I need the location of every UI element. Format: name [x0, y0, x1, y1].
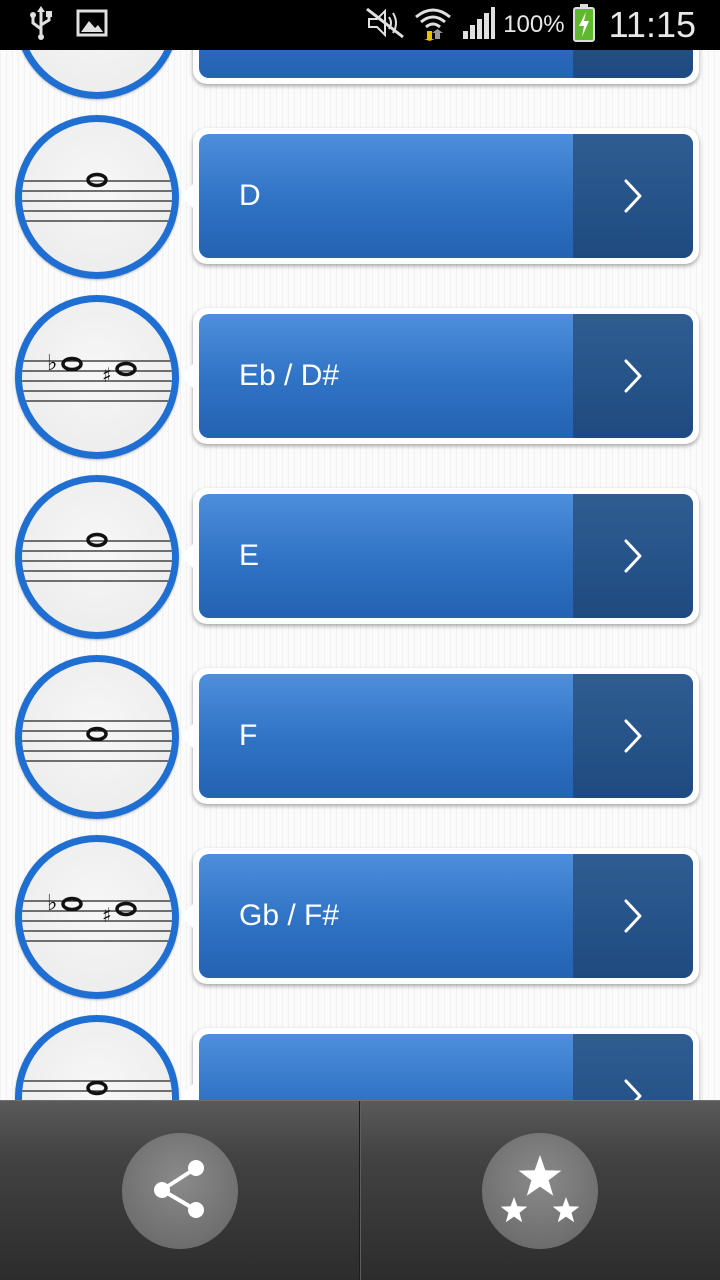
stars-icon: [498, 1153, 582, 1229]
svg-text:♭: ♭: [47, 891, 57, 916]
signal-icon: [461, 7, 496, 43]
note-list-inner: ♭♯Db / C#D♭♯Eb / D#EF♭♯Gb / F#: [0, 50, 720, 1100]
note-button[interactable]: F: [199, 674, 693, 798]
battery-charging-icon: [572, 4, 595, 46]
staff-disc: [15, 115, 179, 279]
note-bubble: Db / C#: [193, 50, 699, 84]
note-label: E: [239, 539, 260, 572]
note-bubble: D: [181, 128, 699, 264]
note-button[interactable]: Eb / D#: [199, 314, 693, 438]
staff-disc: [15, 475, 179, 639]
note-bubble: [181, 1028, 699, 1100]
staff-disc: ♭♯: [15, 835, 179, 999]
no-sound-icon: [365, 7, 405, 43]
note-button[interactable]: Gb / F#: [199, 854, 693, 978]
wifi-icon: [413, 5, 453, 45]
note-bubble: Gb / F#: [181, 848, 699, 984]
rate-area: [360, 1101, 720, 1280]
rate-button[interactable]: [482, 1133, 598, 1249]
staff-image: [22, 482, 172, 632]
bottom-bar: [0, 1100, 720, 1280]
note-bubble: Eb / D#: [181, 308, 699, 444]
note-bubble: F: [181, 668, 699, 804]
image-icon: [76, 9, 108, 41]
clock: 11:15: [608, 4, 696, 45]
staff-disc: ♭♯: [15, 295, 179, 459]
chevron-right-icon: [573, 494, 693, 618]
chevron-right-icon: [573, 50, 693, 78]
note-button[interactable]: Db / C#: [199, 50, 693, 78]
battery-percent: 100%: [503, 11, 565, 38]
note-label: Gb / F#: [239, 899, 340, 932]
svg-text:♯: ♯: [102, 363, 112, 387]
status-bar: 100% 11:15: [0, 0, 720, 50]
staff-disc: [15, 1015, 179, 1100]
staff-image: ♭♯: [22, 302, 172, 452]
staff-image: ♭♯: [22, 50, 172, 92]
note-button[interactable]: D: [199, 134, 693, 258]
svg-text:♯: ♯: [102, 903, 112, 927]
note-label: Eb / D#: [239, 359, 340, 392]
chevron-right-icon: [573, 134, 693, 258]
svg-text:♭: ♭: [47, 351, 57, 376]
staff-image: [22, 1022, 172, 1100]
note-row: ♭ ♯ Gb / F#: [0, 820, 720, 1000]
note-row: D: [0, 100, 720, 280]
chevron-right-icon: [573, 674, 693, 798]
note-label: F: [239, 719, 258, 752]
note-row: ♭♯ Db / C#: [0, 50, 720, 100]
staff-disc: ♭♯: [15, 50, 179, 99]
note-button[interactable]: [199, 1034, 693, 1100]
share-icon: [148, 1154, 212, 1228]
chevron-right-icon: [573, 314, 693, 438]
note-row: E: [0, 460, 720, 640]
note-row: F: [0, 640, 720, 820]
chevron-right-icon: [573, 854, 693, 978]
note-bubble: E: [181, 488, 699, 624]
note-row: ♭ ♯ Eb / D#: [0, 280, 720, 460]
note-list[interactable]: ♭♯Db / C#D♭♯Eb / D#EF♭♯Gb / F#: [0, 50, 720, 1100]
note-row: [0, 1000, 720, 1100]
note-button[interactable]: E: [199, 494, 693, 618]
chevron-right-icon: [573, 1034, 693, 1100]
staff-image: [22, 122, 172, 272]
staff-image: ♭♯: [22, 842, 172, 992]
note-label: Db / C#: [239, 50, 341, 78]
usb-icon: [26, 5, 56, 45]
staff-disc: [15, 655, 179, 819]
note-label: D: [239, 179, 261, 212]
share-area: [0, 1101, 360, 1280]
share-button[interactable]: [122, 1133, 238, 1249]
staff-image: [22, 662, 172, 812]
